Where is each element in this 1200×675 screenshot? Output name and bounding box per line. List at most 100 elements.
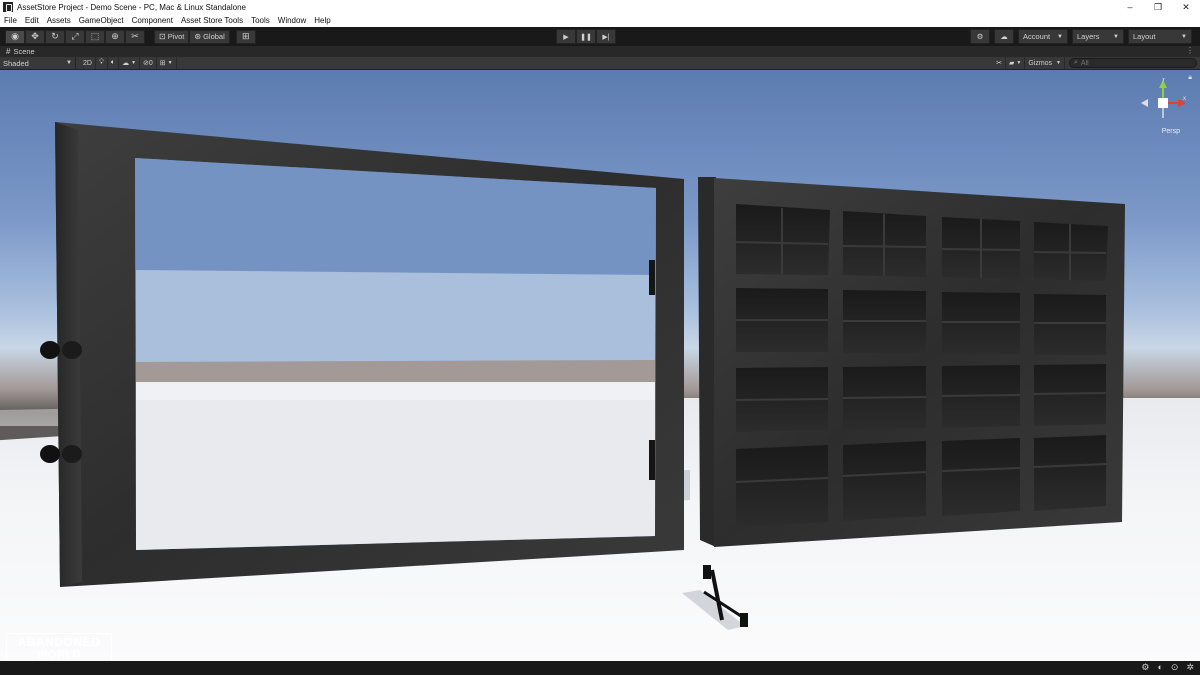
title-bar: AssetStore Project - Demo Scene - PC, Ma… bbox=[0, 0, 1200, 14]
menu-gameobject[interactable]: GameObject bbox=[79, 16, 124, 25]
chevron-down-icon: ▼ bbox=[167, 60, 173, 66]
step-button[interactable]: ▶| bbox=[596, 29, 616, 44]
tab-menu-icon[interactable]: ⋮ bbox=[1186, 46, 1194, 55]
scene-search: ⌕ bbox=[1069, 58, 1197, 68]
menu-assets[interactable]: Assets bbox=[47, 16, 71, 25]
grid-snap-button[interactable]: ⊞ bbox=[235, 29, 256, 44]
door-frame-model bbox=[40, 122, 684, 587]
scene-viewport[interactable]: y x Persp 🔒︎ ABANDONED WORLD bbox=[0, 70, 1200, 661]
scene-objects bbox=[40, 122, 1125, 630]
window-title: AssetStore Project - Demo Scene - PC, Ma… bbox=[17, 2, 246, 12]
tab-scene-label: Scene bbox=[13, 47, 35, 56]
scene-search-input[interactable] bbox=[1080, 59, 1181, 67]
scene-control-bar: Shaded ▼ 2D 💡︎ 🔈︎ ☁ ▼ ⊘ 0 ⊞ ▼ ✂ ▰ ▼ Gizmos ▼ … bbox=[0, 57, 1200, 70]
scene-icon: # bbox=[6, 47, 11, 56]
grid-snap-icon: ⊞ bbox=[242, 31, 250, 41]
pivot-button[interactable]: ⊡ Pivot bbox=[154, 29, 190, 44]
bug-icon[interactable]: ✲ bbox=[1186, 662, 1194, 673]
hidden-objects-toggle[interactable]: ⊘ 0 bbox=[140, 57, 157, 69]
tab-scene[interactable]: # Scene bbox=[0, 47, 35, 56]
gizmo-y-label: y bbox=[1162, 78, 1165, 82]
2d-label: 2D bbox=[83, 59, 92, 67]
account-dropdown[interactable]: Account ▼ bbox=[1018, 29, 1068, 44]
step-icon: ▶| bbox=[602, 33, 610, 41]
transform-tools: ◉ ✥ ↻ ⤢ ⬚ ⊕ ✂ bbox=[5, 29, 145, 44]
account-label: Account bbox=[1023, 32, 1051, 41]
custom-tool-button[interactable]: ✂ bbox=[125, 29, 145, 44]
notifications-icon[interactable]: ⊙ bbox=[1171, 662, 1179, 673]
minimize-button[interactable]: – bbox=[1116, 0, 1144, 14]
lighting-toggle[interactable]: 💡︎ bbox=[96, 57, 108, 69]
grid-dropdown[interactable]: ⊞ ▼ bbox=[157, 57, 177, 69]
scene-tab-bar: # Scene ⋮ bbox=[0, 46, 1200, 57]
menu-tools[interactable]: Tools bbox=[251, 16, 270, 25]
close-button[interactable]: ✕ bbox=[1172, 0, 1200, 14]
status-bar: ⚙ ◐ ⊙ ✲ bbox=[0, 661, 1200, 675]
gizmos-label: Gizmos bbox=[1028, 59, 1053, 67]
tools-icon: ✂ bbox=[131, 31, 139, 41]
camera-dropdown[interactable]: ▰ ▼ bbox=[1006, 57, 1026, 69]
shading-mode-dropdown[interactable]: Shaded ▼ bbox=[0, 57, 76, 69]
pause-button[interactable]: ❚❚ bbox=[576, 29, 596, 44]
lock-icon[interactable]: 🔒︎ bbox=[1188, 74, 1192, 82]
globe-icon: ⊛ bbox=[194, 32, 202, 41]
chevron-down-icon: ▼ bbox=[1113, 33, 1119, 40]
menu-window[interactable]: Window bbox=[278, 16, 306, 25]
play-button[interactable]: ▶ bbox=[556, 29, 576, 44]
camera-icon: ▰ bbox=[1008, 60, 1015, 67]
projection-label[interactable]: Persp bbox=[1162, 128, 1180, 135]
pause-icon: ❚❚ bbox=[580, 33, 592, 41]
snap-group: ⊞ bbox=[235, 29, 256, 44]
tools-icon: ✂ bbox=[996, 60, 1002, 67]
eye-icon: ◉ bbox=[11, 31, 19, 41]
maximize-button[interactable]: ❐ bbox=[1144, 0, 1172, 14]
menu-file[interactable]: File bbox=[4, 16, 17, 25]
layout-label: Layout bbox=[1133, 32, 1156, 41]
pivot-group: ⊡ Pivot ⊛ Global bbox=[154, 29, 230, 44]
layers-dropdown[interactable]: Layers ▼ bbox=[1072, 29, 1124, 44]
layout-dropdown[interactable]: Layout ▼ bbox=[1128, 29, 1192, 44]
scale-tool-button[interactable]: ⤢ bbox=[65, 29, 85, 44]
effects-dropdown[interactable]: ☁ ▼ bbox=[119, 57, 141, 69]
rect-tool-button[interactable]: ⬚ bbox=[85, 29, 105, 44]
global-button[interactable]: ⊛ Global bbox=[189, 29, 230, 44]
gizmo-x-label: x bbox=[1183, 96, 1186, 102]
2d-toggle[interactable]: 2D bbox=[80, 57, 96, 69]
rotate-tool-button[interactable]: ↻ bbox=[45, 29, 65, 44]
logo-line2: WORLD bbox=[36, 649, 82, 661]
hidden-count: 0 bbox=[148, 59, 153, 67]
logo-line1: ABANDONED bbox=[17, 635, 101, 649]
search-icon: ⌕ bbox=[1074, 59, 1078, 66]
menu-bar: File Edit Assets GameObject Component As… bbox=[0, 14, 1200, 27]
window-controls: – ❐ ✕ bbox=[1116, 0, 1200, 14]
menu-help[interactable]: Help bbox=[314, 16, 330, 25]
debug-icon[interactable]: ⚙ bbox=[1141, 662, 1149, 673]
move-tool-button[interactable]: ✥ bbox=[25, 29, 45, 44]
menu-component[interactable]: Component bbox=[132, 16, 173, 25]
cloud-button[interactable]: ☁ bbox=[994, 29, 1014, 44]
tools-toggle[interactable]: ✂ bbox=[993, 57, 1006, 69]
grid-icon: ⊞ bbox=[159, 60, 166, 67]
menu-asset-store-tools[interactable]: Asset Store Tools bbox=[181, 16, 243, 25]
lightbulb-icon: 💡︎ bbox=[98, 59, 104, 66]
chevron-down-icon: ▼ bbox=[1181, 33, 1187, 40]
move-icon: ✥ bbox=[31, 31, 39, 41]
services-button[interactable]: ⚙ bbox=[970, 29, 990, 44]
collab-icon[interactable]: ◐ bbox=[1157, 662, 1162, 673]
hand-tool-button[interactable]: ◉ bbox=[5, 29, 25, 44]
status-icons: ⚙ ◐ ⊙ ✲ bbox=[1133, 662, 1194, 673]
chevron-down-icon: ▼ bbox=[1057, 33, 1063, 40]
gizmos-dropdown[interactable]: Gizmos ▼ bbox=[1025, 57, 1065, 69]
pivot-label: Pivot bbox=[167, 32, 185, 41]
scale-icon: ⤢ bbox=[71, 31, 79, 41]
audio-toggle[interactable]: 🔈︎ bbox=[108, 57, 120, 69]
scene-control-right: ✂ ▰ ▼ Gizmos ▼ ⌕ bbox=[993, 57, 1200, 69]
main-toolbar: ◉ ✥ ↻ ⤢ ⬚ ⊕ ✂ ⊡ Pivot ⊛ Global ⊞ ▶ ❚❚ ▶| ⚙… bbox=[0, 27, 1200, 46]
chevron-down-icon: ▼ bbox=[1016, 60, 1022, 66]
gear-icon: ⚙ bbox=[976, 32, 984, 41]
transform-tool-button[interactable]: ⊕ bbox=[105, 29, 125, 44]
pivot-icon: ⊡ bbox=[159, 32, 166, 41]
play-controls: ▶ ❚❚ ▶| bbox=[556, 29, 616, 44]
abandoned-world-logo: ABANDONED WORLD bbox=[6, 633, 112, 661]
menu-edit[interactable]: Edit bbox=[25, 16, 39, 25]
